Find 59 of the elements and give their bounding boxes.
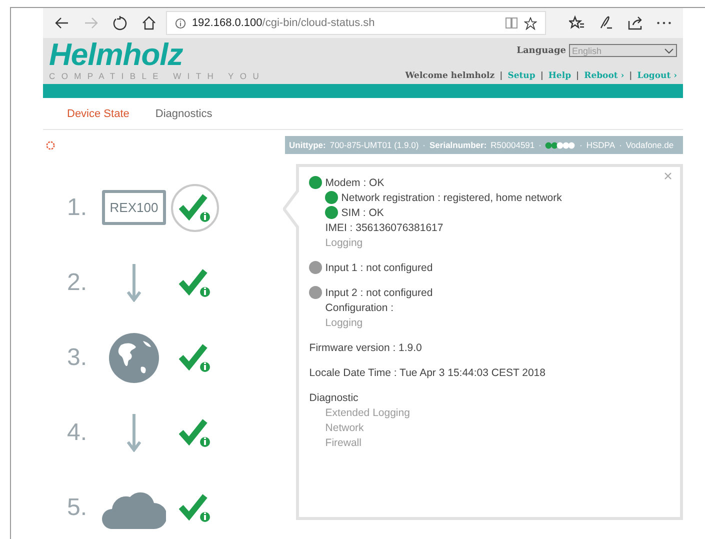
down-arrow-icon <box>127 414 141 452</box>
welcome-text: Welcome helmholz <box>405 71 495 81</box>
globe-icon <box>109 332 159 382</box>
separator: · <box>618 140 622 150</box>
unittype-label: Unittype: <box>289 140 326 150</box>
status-text: Network registration : registered, home network <box>341 192 562 204</box>
status-text: Modem : OK <box>325 176 384 188</box>
header-link[interactable]: Setup <box>508 71 536 81</box>
info-text: Configuration : <box>325 302 394 314</box>
url-path: /cgi-bin/cloud-status.sh <box>262 17 375 29</box>
address-field[interactable]: 192.168.0.100/cgi-bin/cloud-status.sh <box>166 11 546 35</box>
separator: · <box>579 140 582 150</box>
detail-link[interactable]: Logging <box>325 316 363 328</box>
serial-label: Serialnumber: <box>430 140 487 150</box>
detail-link[interactable]: Firewall <box>325 436 362 448</box>
step-number: 5. <box>67 494 88 522</box>
signal-icon <box>545 142 576 148</box>
info-text: Firmware version : 1.9.0 <box>309 342 422 354</box>
step-number: 3. <box>67 344 88 372</box>
url-host: 192.168.0.100 <box>192 17 262 29</box>
step-number: 4. <box>67 418 88 446</box>
detail-link[interactable]: Logging <box>325 236 363 248</box>
check-icon[interactable] <box>171 184 219 232</box>
link-separator: | <box>500 71 503 81</box>
logo: Helmholz <box>49 38 184 72</box>
info-text: IMEI : 356136076381617 <box>325 222 444 234</box>
step-number: 1. <box>67 194 88 222</box>
device-box: REX100 <box>102 190 166 225</box>
status-text: Input 1 : not configured <box>325 262 433 274</box>
tab[interactable]: Device State <box>67 108 130 120</box>
info-text: Diagnostic <box>309 392 358 404</box>
link-separator: | <box>629 71 632 81</box>
header-link[interactable]: Reboot › <box>584 71 624 81</box>
provider-name: Vodafone.de <box>626 140 674 150</box>
book-icon[interactable] <box>504 17 518 29</box>
info-text: Locale Date Time : Tue Apr 3 15:44:03 CEST 2018 <box>309 366 546 378</box>
status-text: Input 2 : not configured <box>325 286 433 298</box>
down-arrow-icon <box>127 264 141 302</box>
language-dropdown[interactable]: English <box>569 44 677 57</box>
info-icon <box>174 18 186 28</box>
detail-link[interactable]: Network <box>325 422 364 434</box>
step-number: 2. <box>67 268 88 296</box>
network-type: HSDPA <box>586 140 615 150</box>
header-link[interactable]: Logout › <box>637 71 677 81</box>
separator: · <box>538 140 542 150</box>
loading-icon <box>46 140 55 150</box>
detail-link[interactable]: Extended Logging <box>325 406 410 418</box>
tagline: COMPATIBLE WITH YOU <box>49 72 266 81</box>
serial-value: R50004591 <box>490 140 535 150</box>
unittype-value: 700-875-UMT01 (1.9.0) <box>330 140 419 150</box>
link-separator: | <box>576 71 580 81</box>
tab[interactable]: Diagnostics <box>155 108 212 120</box>
status-text: SIM : OK <box>341 206 384 218</box>
header-link[interactable]: Help <box>548 71 572 81</box>
caret-icon[interactable] <box>664 48 674 54</box>
language-label: Language <box>516 46 566 56</box>
link-separator: | <box>540 71 544 81</box>
star-icon[interactable] <box>524 16 537 30</box>
separator: · <box>422 140 426 150</box>
